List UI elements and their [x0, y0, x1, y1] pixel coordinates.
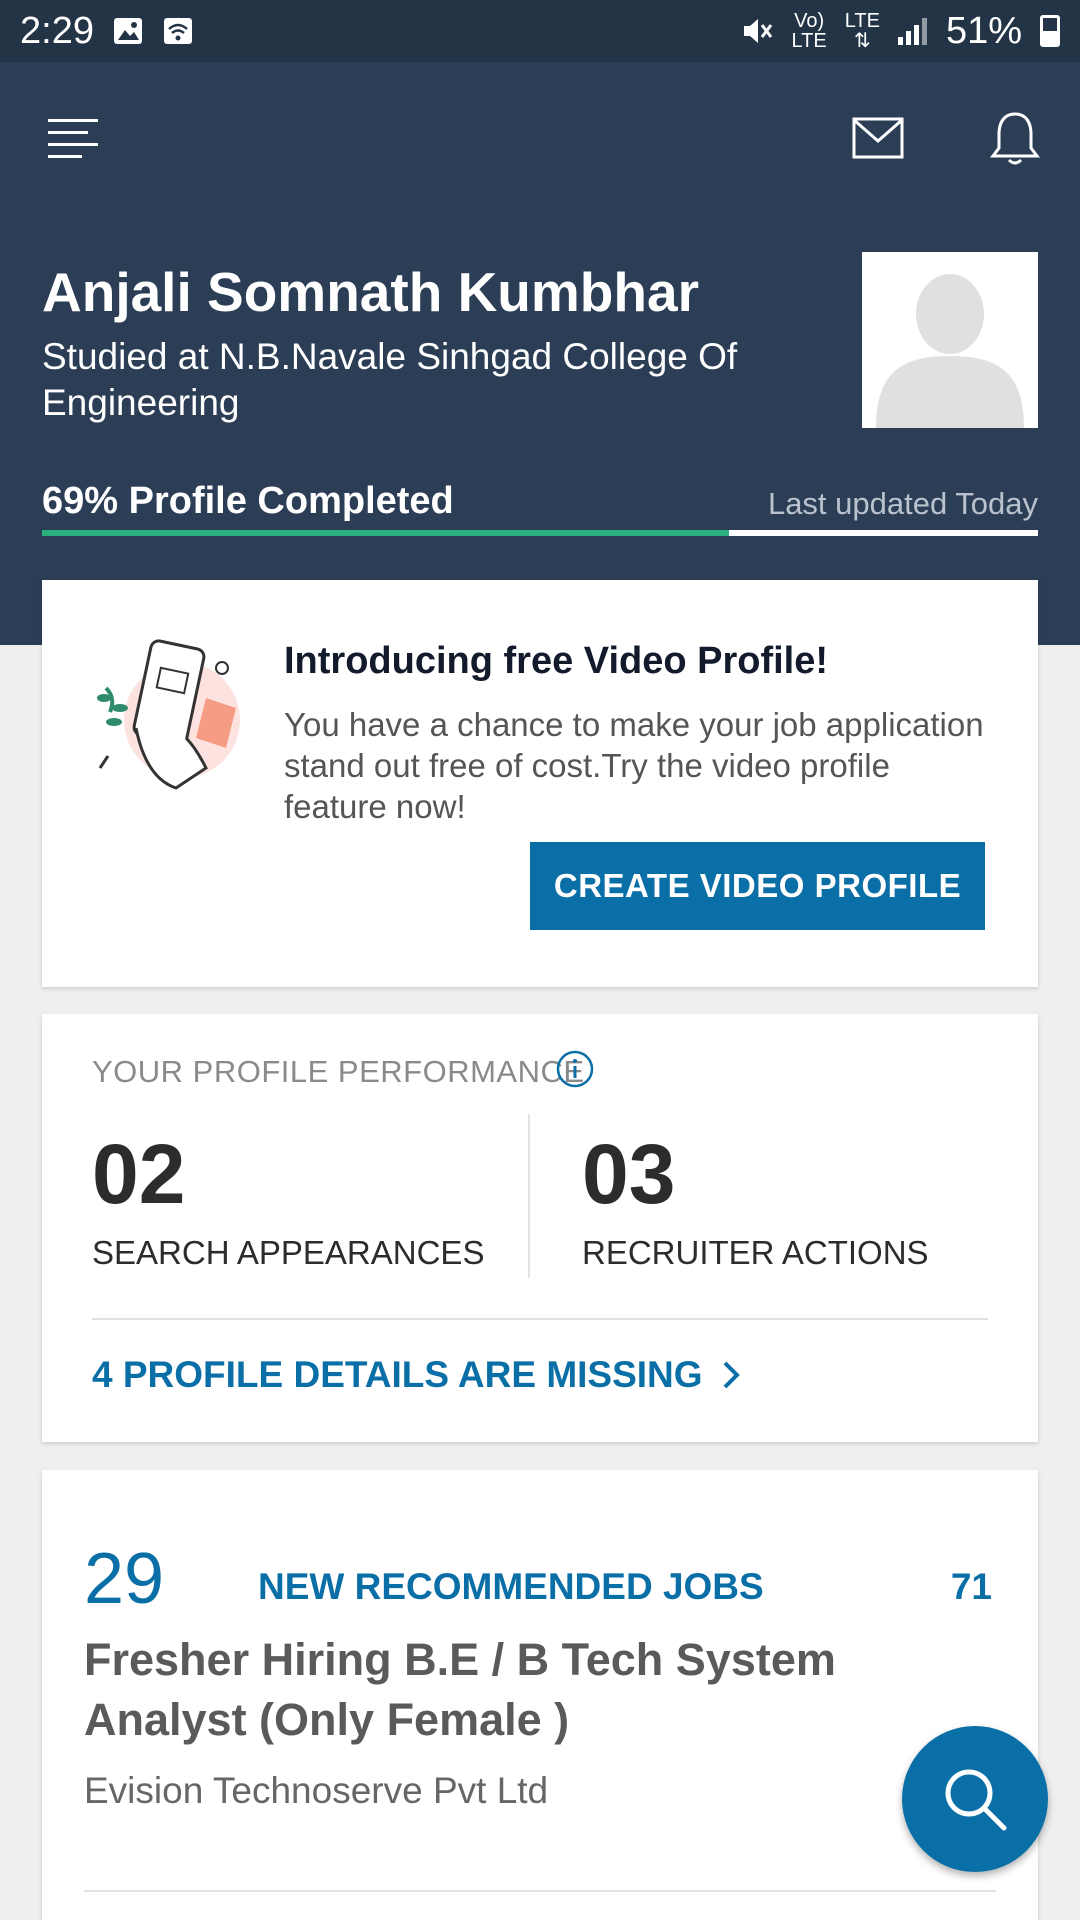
- bell-icon[interactable]: [988, 110, 1042, 168]
- search-appearances-value[interactable]: 02: [92, 1126, 185, 1223]
- search-fab-button[interactable]: [902, 1726, 1048, 1872]
- missing-details-link[interactable]: 4 PROFILE DETAILS ARE MISSING: [92, 1354, 741, 1396]
- recommended-jobs-label: NEW RECOMMENDED JOBS: [258, 1566, 764, 1607]
- wifi-icon: [163, 18, 192, 44]
- recommended-jobs-count: 29: [84, 1539, 165, 1619]
- data-arrows-icon: ⇅: [853, 30, 871, 52]
- missing-details-label: 4 PROFILE DETAILS ARE MISSING: [92, 1354, 703, 1395]
- avatar-placeholder-icon: [862, 252, 1038, 428]
- menu-icon[interactable]: [48, 117, 98, 158]
- search-appearances-label[interactable]: SEARCH APPEARANCES: [92, 1234, 484, 1272]
- last-updated-label: Last updated Today: [767, 486, 1038, 521]
- battery-percent: 51%: [945, 9, 1022, 52]
- profile-header: Anjali Somnath Kumbhar Studied at N.B.Na…: [0, 62, 1080, 645]
- performance-divider: [92, 1318, 988, 1320]
- performance-title: YOUR PROFILE PERFORMANCE: [92, 1054, 585, 1089]
- phone-hand-illustration-icon: [97, 639, 240, 790]
- create-video-profile-button[interactable]: CREATE VIDEO PROFILE: [530, 842, 985, 930]
- job-divider: [84, 1890, 996, 1892]
- info-icon[interactable]: [556, 1050, 594, 1088]
- volte-lte-label: LTE: [791, 30, 827, 52]
- signal-icon: [897, 17, 928, 45]
- mute-icon: [743, 19, 772, 43]
- avatar[interactable]: [862, 252, 1038, 428]
- metrics-divider: [528, 1114, 530, 1278]
- mail-icon[interactable]: [852, 117, 904, 159]
- job-title[interactable]: Fresher Hiring B.E / B Tech System Analy…: [84, 1630, 944, 1750]
- search-icon: [945, 1769, 1007, 1831]
- profile-education: Studied at N.B.Navale Sinhgad College Of…: [42, 336, 738, 423]
- lte-label: LTE: [844, 10, 880, 32]
- profile-performance-card: YOUR PROFILE PERFORMANCE 02 SEARCH APPEA…: [42, 1014, 1038, 1442]
- volte-indicator: Vo) LTE: [792, 11, 827, 51]
- recommended-jobs-card[interactable]: 29 NEW RECOMMENDED JOBS 71 Fresher Hirin…: [42, 1470, 1038, 1920]
- profile-progress-fill: [42, 530, 730, 536]
- recruiter-actions-value[interactable]: 03: [582, 1126, 675, 1223]
- gallery-icon: [113, 18, 142, 44]
- battery-icon: [1040, 15, 1060, 47]
- video-profile-description: You have a chance to make your job appli…: [284, 706, 984, 825]
- status-time: 2:29: [20, 9, 94, 52]
- video-profile-card: Introducing free Video Profile! You have…: [42, 580, 1038, 987]
- lte-indicator: LTE ⇅: [845, 11, 880, 51]
- profile-progress-bar: [42, 530, 1038, 536]
- chevron-right-icon: [723, 1361, 740, 1389]
- profile-name: Anjali Somnath Kumbhar: [42, 261, 699, 323]
- recommended-jobs-total: 71: [950, 1566, 992, 1607]
- volte-label: Vo): [794, 10, 825, 32]
- job-company: Evision Technoserve Pvt Ltd: [84, 1770, 549, 1811]
- video-profile-title: Introducing free Video Profile!: [284, 640, 829, 682]
- status-bar: 2:29 Vo) LTE LTE ⇅ 51%: [0, 0, 1080, 62]
- profile-completion-label: 69% Profile Completed: [42, 480, 454, 522]
- recruiter-actions-label[interactable]: RECRUITER ACTIONS: [582, 1234, 929, 1272]
